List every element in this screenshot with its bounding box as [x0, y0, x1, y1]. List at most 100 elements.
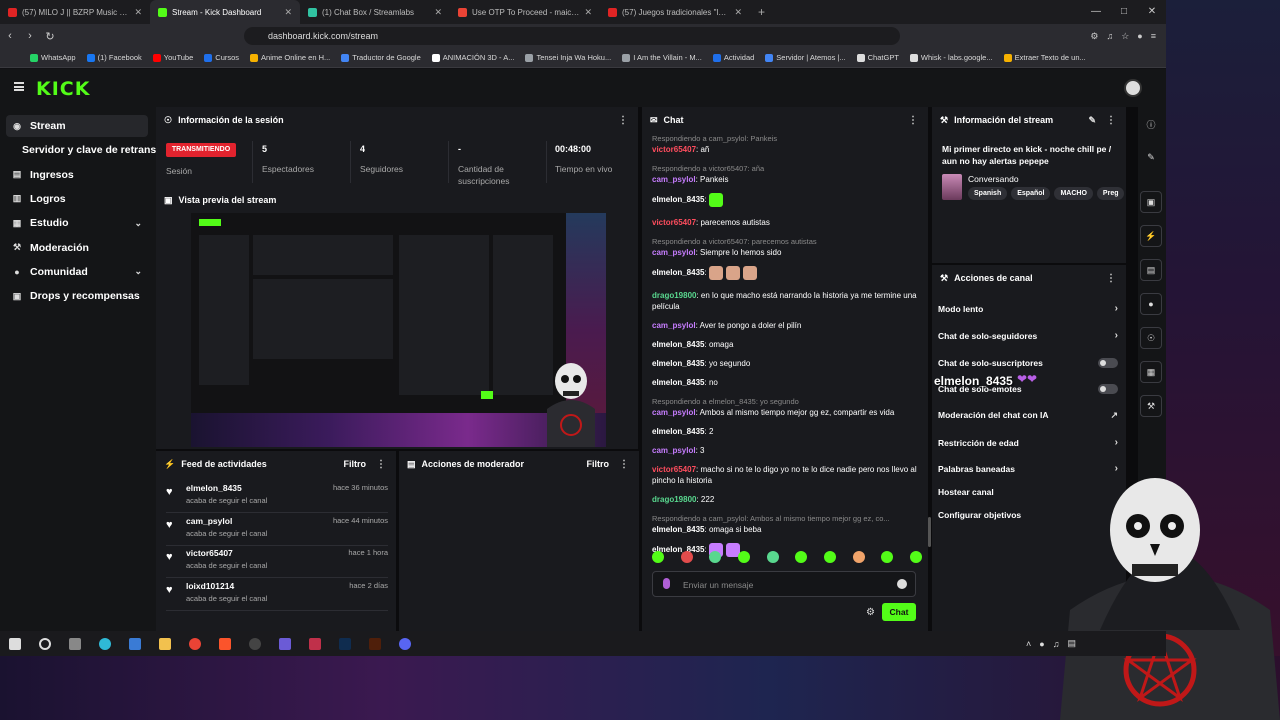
stream-tag[interactable]: Español [1011, 187, 1051, 200]
app-icon[interactable] [300, 631, 330, 656]
bookmark-item[interactable]: Tensei Inja Wa Hoku... [525, 53, 611, 62]
close-icon[interactable]: ✕ [1138, 0, 1166, 24]
chat-username[interactable]: elmelon_8435 [652, 268, 704, 277]
sidebar-item[interactable]: ▦ Estudio ⌄ [6, 212, 148, 234]
chat-username[interactable]: victor65407 [652, 145, 696, 154]
bookmark-item[interactable]: Actividad [712, 53, 754, 62]
maximize-icon[interactable]: □ [1110, 0, 1138, 24]
stream-tag[interactable]: Spanish [968, 187, 1008, 200]
feed-filter-button[interactable]: Filtro [344, 459, 367, 469]
close-tab-icon[interactable]: ✕ [284, 7, 292, 18]
chat-username[interactable]: cam_psylol [652, 446, 696, 455]
photoshop-icon[interactable] [330, 631, 360, 656]
chat-username[interactable]: victor65407 [652, 465, 696, 474]
emote-icon[interactable] [795, 551, 808, 563]
chat-username[interactable]: cam_psylol [652, 175, 696, 184]
close-tab-icon[interactable]: ✕ [734, 7, 742, 18]
brave-icon[interactable] [210, 631, 240, 656]
bookmark-item[interactable]: (1) Facebook [86, 53, 142, 62]
close-tab-icon[interactable]: ✕ [434, 7, 442, 18]
bookmark-item[interactable]: Cursos [204, 53, 239, 62]
chat-username[interactable]: drago19800 [652, 291, 696, 300]
edge-icon[interactable] [90, 631, 120, 656]
bookmark-item[interactable]: Traductor de Google [341, 53, 421, 62]
mod-filter-button[interactable]: Filtro [587, 459, 610, 469]
fullscreen-icon[interactable]: ▣ [1140, 191, 1162, 213]
bookmark-item[interactable]: I Am the Villain - M... [622, 53, 702, 62]
toggle-switch[interactable] [1098, 358, 1118, 368]
browser-tab[interactable]: (57) MILO J || BZRP Music Sessio ✕ [0, 0, 150, 24]
channel-action-item[interactable]: Chat de solo-seguidores › [938, 326, 1118, 346]
store-icon[interactable] [120, 631, 150, 656]
sidebar-item[interactable]: ▣ Drops y recompensas [6, 285, 148, 307]
chrome-icon[interactable] [180, 631, 210, 656]
task-view-icon[interactable] [60, 631, 90, 656]
chat-username[interactable]: elmelon_8435 [652, 378, 704, 387]
lightning-icon[interactable]: ⚡ [1140, 225, 1162, 247]
more-icon[interactable]: ⋮ [619, 459, 629, 470]
more-icon[interactable]: ⋮ [1106, 273, 1116, 284]
bookmark-item[interactable]: ANIMACIÓN 3D - A... [431, 53, 514, 62]
emote-icon[interactable] [909, 551, 922, 563]
channel-action-item[interactable]: Moderación del chat con IA ↗ [938, 405, 1118, 425]
illustrator-icon[interactable] [360, 631, 390, 656]
chat-username[interactable]: drago19800 [652, 495, 696, 504]
search-icon[interactable] [30, 631, 60, 656]
feed-username[interactable]: loixd101214 [186, 581, 234, 591]
profile-icon[interactable]: ● [1137, 31, 1142, 41]
emote-icon[interactable] [709, 551, 722, 563]
emote-icon[interactable] [852, 551, 865, 563]
obs-icon[interactable] [240, 631, 270, 656]
feed-username[interactable]: cam_psylol [186, 516, 232, 526]
kick-logo[interactable]: KICK [36, 78, 90, 100]
sidebar-item[interactable]: ◉ Stream [6, 115, 148, 137]
chat-input[interactable]: Enviar un mensaje [652, 571, 916, 597]
channel-action-item[interactable]: Chat de solo-suscriptores [938, 353, 1118, 373]
emote-icon[interactable] [823, 551, 836, 563]
sidebar-item[interactable]: Servidor y clave de retransmisión [6, 139, 162, 161]
microphone-icon[interactable]: ● [1039, 639, 1044, 649]
sidebar-item[interactable]: ▤ Ingresos [6, 164, 148, 186]
more-icon[interactable]: ⋮ [908, 115, 918, 126]
app-icon[interactable] [270, 631, 300, 656]
edit-icon[interactable]: ✎ [1140, 147, 1162, 169]
menu-icon[interactable]: ≡ [1151, 31, 1156, 41]
new-tab-icon[interactable]: + [750, 5, 773, 19]
bookmark-item[interactable]: WhatsApp [30, 53, 76, 62]
chat-username[interactable]: elmelon_8435 [652, 195, 704, 204]
extension-icon[interactable]: ⚙ [1090, 31, 1098, 42]
stream-tag[interactable]: Preg [1096, 187, 1125, 200]
folder-icon[interactable] [150, 631, 180, 656]
bookmark-item[interactable]: Extraer Texto de un... [1003, 53, 1086, 62]
hamburger-menu-icon[interactable] [14, 82, 24, 91]
emoji-icon[interactable] [897, 579, 907, 589]
edit-icon[interactable]: ✎ [1088, 115, 1096, 126]
feed-username[interactable]: victor65407 [186, 548, 233, 558]
music-icon[interactable]: ♫ [1106, 31, 1113, 41]
chat-username[interactable]: cam_psylol [652, 408, 696, 417]
emote-icon[interactable] [652, 551, 664, 563]
browser-tab[interactable]: (57) Juegos tradicionales "los yases" ✕ [600, 0, 750, 24]
close-tab-icon[interactable]: ✕ [134, 7, 142, 18]
stream-tag[interactable]: MACHO [1054, 187, 1093, 200]
channel-action-item[interactable]: Modo lento › [938, 299, 1118, 319]
browser-tab[interactable]: (1) Chat Box / Streamlabs ✕ [300, 0, 450, 24]
layout-icon[interactable]: ▦ [1140, 361, 1162, 383]
emote-icon[interactable] [737, 551, 750, 563]
user-avatar[interactable] [1124, 79, 1142, 97]
chat-username[interactable]: elmelon_8435 [652, 525, 704, 534]
windows-start-icon[interactable] [0, 631, 30, 656]
chat-username[interactable]: elmelon_8435 [652, 359, 704, 368]
minimize-icon[interactable]: — [1082, 0, 1110, 24]
bookmark-item[interactable]: Anime Online en H... [250, 53, 330, 62]
bookmark-item[interactable]: YouTube [152, 53, 193, 62]
chat-settings-icon[interactable]: ⚙ [866, 607, 875, 618]
bookmark-item[interactable]: ChatGPT [856, 53, 899, 62]
reload-icon[interactable]: ↻ [40, 30, 60, 43]
chat-scrollbar[interactable] [928, 517, 931, 547]
sidebar-item[interactable]: ● Comunidad ⌄ [6, 261, 148, 283]
chat-username[interactable]: elmelon_8435 [652, 340, 704, 349]
browser-tab[interactable]: Stream - Kick Dashboard ✕ [150, 0, 300, 24]
stream-preview[interactable] [191, 213, 606, 447]
volume-icon[interactable]: ♫ [1053, 639, 1060, 649]
